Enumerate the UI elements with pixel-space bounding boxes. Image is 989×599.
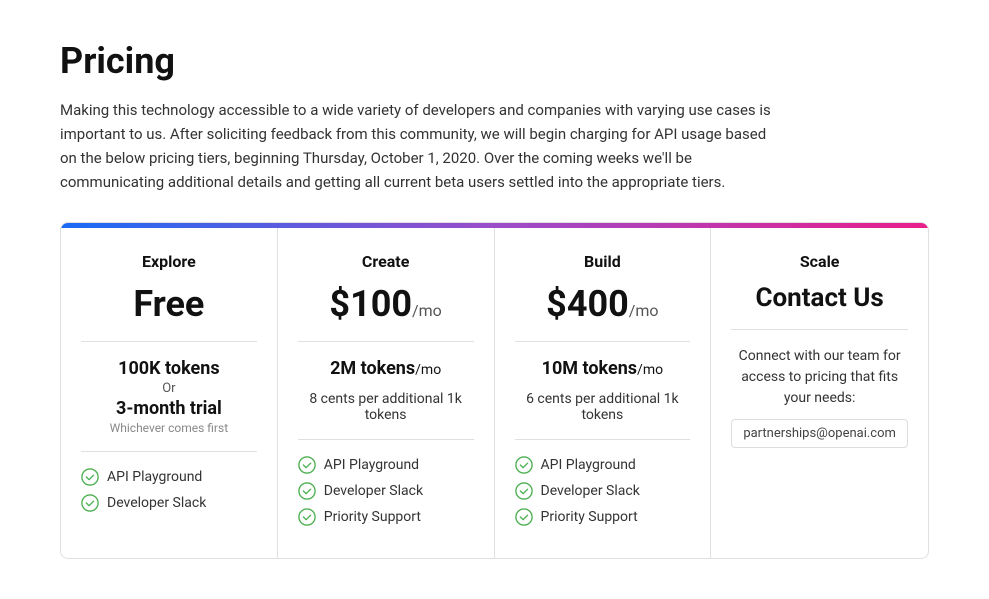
feature-label: API Playground (107, 469, 202, 485)
feature-label: Priority Support (324, 509, 421, 525)
plan-explore-tokens-main: 100K tokens (81, 358, 257, 379)
check-icon (298, 508, 316, 526)
check-icon (515, 456, 533, 474)
plan-explore: Explore Free 100K tokens Or 3-month tria… (61, 228, 278, 558)
pricing-table: Explore Free 100K tokens Or 3-month tria… (60, 222, 929, 559)
page-title: Pricing (60, 40, 929, 82)
plan-explore-name: Explore (81, 252, 257, 271)
feature-label: Developer Slack (107, 495, 206, 511)
plan-scale-desc: Connect with our team for access to pric… (731, 346, 908, 409)
plan-build-tokens: 10M tokens/mo (515, 358, 691, 379)
list-item: API Playground (81, 468, 257, 486)
check-icon (515, 482, 533, 500)
plan-create-tokens: 2M tokens/mo (298, 358, 474, 379)
plan-scale: Scale Contact Us Connect with our team f… (711, 228, 928, 558)
feature-label: Developer Slack (541, 483, 640, 499)
plan-create-name: Create (298, 252, 474, 271)
plan-explore-tokens-note: Whichever comes first (81, 421, 257, 435)
plan-scale-name: Scale (731, 252, 908, 271)
plan-explore-features: API Playground Developer Slack (81, 468, 257, 512)
plan-build: Build $400/mo 10M tokens/mo 6 cents per … (495, 228, 712, 558)
plan-create-additional: 8 cents per additional 1k tokens (298, 391, 474, 423)
plan-create-features: API Playground Developer Slack Priority … (298, 456, 474, 526)
list-item: Developer Slack (298, 482, 474, 500)
check-icon (515, 508, 533, 526)
check-icon (81, 468, 99, 486)
list-item: Priority Support (298, 508, 474, 526)
check-icon (81, 494, 99, 512)
plan-create: Create $100/mo 2M tokens/mo 8 cents per … (278, 228, 495, 558)
list-item: Priority Support (515, 508, 691, 526)
plan-explore-price: Free (81, 283, 257, 325)
feature-label: Developer Slack (324, 483, 423, 499)
plan-explore-tokens-trial: 3-month trial (81, 398, 257, 419)
plan-build-features: API Playground Developer Slack Priority … (515, 456, 691, 526)
plan-create-tokens-main: 2M tokens/mo (298, 358, 474, 379)
check-icon (298, 456, 316, 474)
plan-explore-tokens: 100K tokens Or 3-month trial Whichever c… (81, 358, 257, 435)
plan-build-additional: 6 cents per additional 1k tokens (515, 391, 691, 423)
check-icon (298, 482, 316, 500)
feature-label: API Playground (541, 457, 636, 473)
feature-label: Priority Support (541, 509, 638, 525)
pricing-grid: Explore Free 100K tokens Or 3-month tria… (61, 228, 928, 558)
list-item: Developer Slack (81, 494, 257, 512)
plan-build-name: Build (515, 252, 691, 271)
list-item: Developer Slack (515, 482, 691, 500)
intro-text: Making this technology accessible to a w… (60, 98, 780, 194)
list-item: API Playground (298, 456, 474, 474)
plan-explore-tokens-or: Or (81, 381, 257, 396)
feature-label: API Playground (324, 457, 419, 473)
plan-build-price: $400/mo (515, 283, 691, 325)
plan-scale-price: Contact Us (731, 283, 908, 313)
plan-scale-email[interactable]: partnerships@openai.com (731, 419, 908, 448)
list-item: API Playground (515, 456, 691, 474)
plan-build-tokens-main: 10M tokens/mo (515, 358, 691, 379)
plan-create-price: $100/mo (298, 283, 474, 325)
